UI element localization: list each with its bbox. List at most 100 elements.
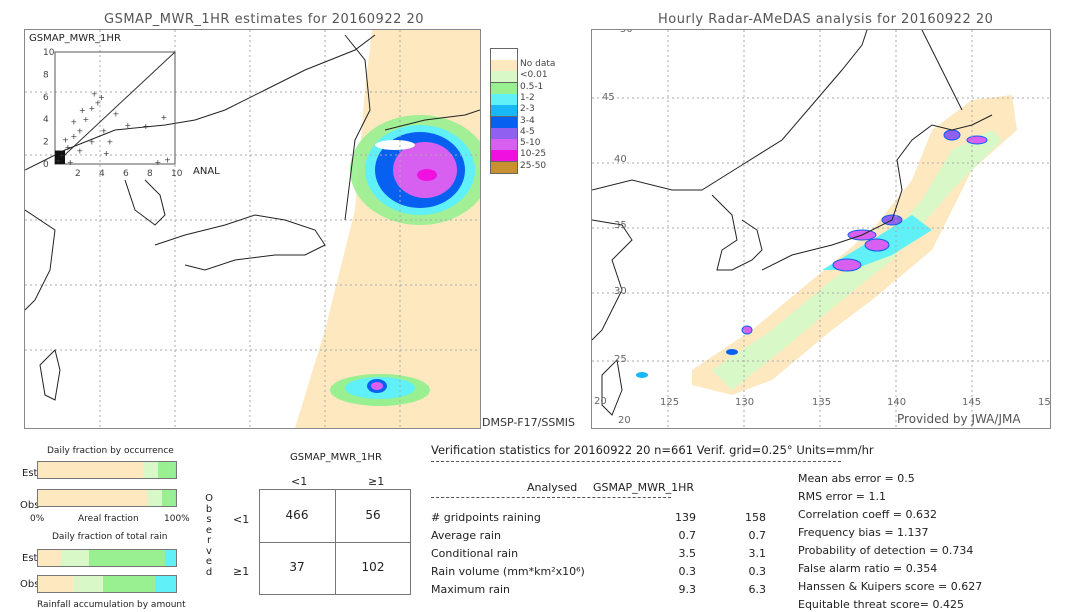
scatter-xtick: 6 <box>123 169 129 179</box>
scatter-point: + <box>143 122 150 131</box>
scatter-ytick: 8 <box>43 70 49 80</box>
total-rain-title: Daily fraction of total rain <box>52 532 168 542</box>
lon-label-145: 145 <box>962 397 982 408</box>
legend-label: 1-2 <box>520 92 535 103</box>
scatter-point: + <box>91 89 98 98</box>
scatter-point: + <box>101 126 108 135</box>
header-divider <box>431 461 841 462</box>
bar-segment <box>147 490 163 506</box>
contingency-col-header-1: <1 <box>291 475 308 488</box>
bar-segment <box>162 490 175 506</box>
contingency-table: 466 56 37 102 <box>259 489 411 595</box>
bottom-label: 20 <box>618 415 631 426</box>
bar-segment <box>158 462 175 478</box>
rain-area <box>636 372 648 378</box>
lat-label-20: 20 <box>594 396 607 407</box>
legend-label: No data <box>520 59 556 69</box>
stat-row-label: Conditional rain <box>431 547 519 560</box>
occurrence-axis-right: 100% <box>164 514 190 524</box>
legend-swatch <box>490 82 518 95</box>
score-line: Mean abs error = 0.5 <box>798 472 915 485</box>
lat-label-40: 40 <box>614 154 627 165</box>
stat-model-value: 0.7 <box>748 529 767 542</box>
col-model-header: GSMAP_MWR_1HR <box>593 481 695 494</box>
legend-swatch <box>490 116 518 129</box>
lon-label-130: 130 <box>735 397 755 408</box>
scatter-ytick: 2 <box>43 138 49 148</box>
stat-row-label: Rain volume (mm*km²x10⁶) <box>431 565 585 578</box>
legend-swatch <box>490 71 518 84</box>
scatter-point: + <box>164 156 171 165</box>
stat-model-value: 6.3 <box>748 583 767 596</box>
scatter-xtick: 2 <box>75 169 81 179</box>
contingency-row-header-2: ≥1 <box>233 565 250 578</box>
bar-segment <box>155 576 176 592</box>
rain-area <box>966 135 988 145</box>
stat-model-value: 158 <box>745 511 766 524</box>
cell-obs-ge1-est-ge1: 102 <box>361 560 385 574</box>
legend-label: <0.01 <box>520 70 548 81</box>
legend-swatch <box>490 161 518 174</box>
scatter-point: + <box>83 115 90 124</box>
satellite-label-outer: DMSP-F17/SSMIS <box>482 416 576 429</box>
stat-row-label: # gridpoints raining <box>431 511 541 524</box>
stat-row-label: Maximum rain <box>431 583 510 596</box>
legend-swatch <box>490 127 518 140</box>
no-data-patch <box>375 140 415 150</box>
bar-segment <box>174 490 176 506</box>
subheader-divider <box>431 497 671 498</box>
legend-label: 2-3 <box>520 104 535 115</box>
lat-label-35: 35 <box>614 220 627 231</box>
lon-label-140: 140 <box>887 397 907 408</box>
score-line: Frequency bias = 1.137 <box>798 526 929 539</box>
inset-title: GSMAP_MWR_1HR <box>29 33 121 44</box>
scatter-ytick: 0 <box>43 160 49 170</box>
observed-side-label: Observed <box>204 493 214 578</box>
right-map-title: Hourly Radar-AMeDAS analysis for 2016092… <box>658 12 994 27</box>
occurrence-title: Daily fraction by occurrence <box>47 446 174 456</box>
swath-area <box>295 30 480 428</box>
scatter-xtick: 4 <box>99 169 105 179</box>
lat-label-30: 30 <box>614 286 627 297</box>
stat-analysed-value: 9.3 <box>678 583 697 596</box>
rain-area <box>832 258 862 272</box>
bar-segment <box>142 462 159 478</box>
scatter-point: + <box>77 147 84 156</box>
bar-segment <box>164 550 176 566</box>
observed-letter: e <box>205 556 213 567</box>
observed-letter: d <box>205 566 213 578</box>
bar-segment <box>102 576 156 592</box>
legend-swatch <box>490 60 518 72</box>
inset-xlabel: ANAL <box>193 166 220 177</box>
stat-row-label: Average rain <box>431 529 501 542</box>
stat-analysed-value: 0.3 <box>678 565 697 578</box>
right-map-svg <box>592 30 1050 428</box>
scatter-ytick: 4 <box>43 115 49 125</box>
total-rain-obs-bar <box>37 575 177 593</box>
scatter-point: + <box>79 106 86 115</box>
scatter-point: + <box>98 93 105 102</box>
scatter-xtick: 8 <box>147 169 153 179</box>
scatter-point: + <box>89 138 96 147</box>
legend-swatch <box>490 139 518 152</box>
total-rain-est-label: Est <box>22 553 38 564</box>
scatter-point: + <box>77 126 84 135</box>
rain-area <box>417 169 437 181</box>
total-rain-footer: Rainfall accumulation by amount <box>37 600 186 610</box>
scatter-point: + <box>67 158 74 167</box>
contingency-title: GSMAP_MWR_1HR <box>290 452 382 463</box>
cell-obs-ge1-est-lt1: 37 <box>289 560 305 574</box>
bar-segment <box>38 490 148 506</box>
verification-header: Verification statistics for 20160922 20 … <box>431 443 874 457</box>
legend-swatch <box>490 93 518 106</box>
legend-label: 10-25 <box>520 149 547 160</box>
score-line: Probability of detection = 0.734 <box>798 544 974 557</box>
occurrence-axis-mid: Areal fraction <box>78 514 139 524</box>
bar-segment <box>174 462 176 478</box>
col-analysed-header: Analysed <box>527 481 578 494</box>
lat-label-45: 45 <box>602 92 615 103</box>
occurrence-est-label: Est <box>22 468 38 479</box>
occurrence-axis-left: 0% <box>30 514 45 524</box>
observed-letter: r <box>206 535 212 546</box>
scatter-point: + <box>107 138 114 147</box>
